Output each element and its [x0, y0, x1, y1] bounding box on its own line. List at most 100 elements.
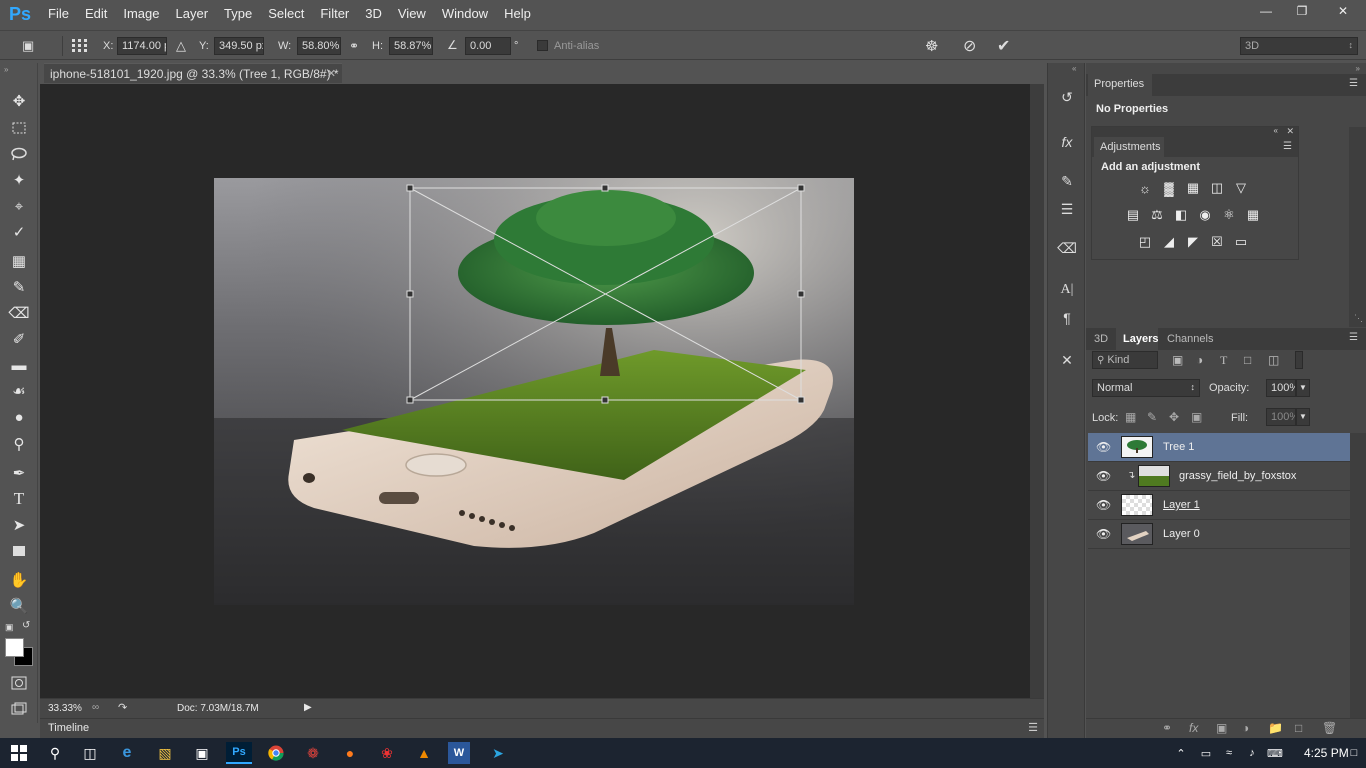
filter-kind-select[interactable]: ⚲ Kind — [1092, 351, 1158, 369]
menu-window[interactable]: Window — [434, 0, 496, 28]
menu-3d[interactable]: 3D — [357, 0, 390, 28]
document-image[interactable] — [40, 84, 1030, 698]
type-tool-icon[interactable]: T — [9, 489, 29, 509]
document-tab[interactable]: iphone-518101_1920.jpg @ 33.3% (Tree 1, … — [44, 63, 342, 83]
collapse-dock-icon[interactable]: » — [1356, 64, 1360, 73]
notifications-icon[interactable]: □ — [1346, 742, 1362, 764]
curves-icon[interactable]: ▦ — [1185, 180, 1201, 195]
quick-mask-icon[interactable] — [9, 673, 29, 693]
timeline-menu-icon[interactable]: ☰ — [1028, 719, 1038, 737]
default-colors-icon[interactable]: ▣ — [5, 622, 14, 633]
collapse-icon[interactable]: » — [4, 65, 8, 74]
battery-icon[interactable]: ▭ — [1197, 742, 1215, 764]
workspace-select[interactable]: 3D ↕ — [1240, 37, 1358, 55]
exposure-icon[interactable]: ◫ — [1209, 180, 1225, 195]
menu-view[interactable]: View — [390, 0, 434, 28]
photo-filter-icon[interactable]: ◉ — [1197, 207, 1213, 222]
menu-file[interactable]: File — [40, 0, 77, 28]
gradient-map-icon[interactable]: ▭ — [1233, 234, 1249, 249]
vertical-scrollbar[interactable] — [1030, 84, 1044, 698]
brush-presets-icon[interactable]: ✎ — [1057, 171, 1077, 191]
filter-shape-icon[interactable]: □ — [1244, 353, 1251, 367]
history-brush-tool-icon[interactable]: ✐ — [9, 329, 29, 349]
zoom-tool-icon[interactable]: 🔍 — [9, 596, 29, 616]
warp-icon[interactable]: ☸ — [925, 37, 938, 55]
lock-image-icon[interactable]: ✎ — [1147, 410, 1157, 424]
hue-saturation-icon[interactable]: ▤ — [1125, 207, 1141, 222]
link-icon[interactable]: ⚭ — [349, 39, 359, 53]
tab-layers[interactable]: Layers — [1123, 333, 1158, 345]
pen-tool-icon[interactable]: ✒ — [9, 463, 29, 483]
layer-row[interactable]: 👁 Tree 1 — [1088, 433, 1350, 462]
swap-colors-icon[interactable]: ↺ — [22, 620, 30, 631]
lock-all-icon[interactable]: ▣ — [1191, 410, 1202, 424]
opacity-arrow-icon[interactable]: ▼ — [1296, 379, 1310, 397]
link-layers-icon[interactable]: ⚭ — [1162, 721, 1172, 735]
blur-tool-icon[interactable]: ● — [9, 407, 29, 427]
zoom-level[interactable]: 33.33% — [48, 703, 82, 714]
collapse-adjustments-icon[interactable]: « — [1274, 126, 1278, 135]
invert-icon[interactable]: ◰ — [1137, 234, 1153, 249]
close-document-icon[interactable]: ✕ — [327, 64, 336, 84]
new-adjustment-icon[interactable]: ◑ — [1242, 721, 1249, 735]
vibrance-icon[interactable]: ▽ — [1233, 180, 1249, 195]
minimize-icon[interactable]: — — [1248, 0, 1284, 22]
selective-color-icon[interactable]: ☒ — [1209, 234, 1225, 249]
styles-fx-icon[interactable]: fx — [1057, 132, 1077, 152]
character-icon[interactable]: A| — [1057, 280, 1077, 300]
width-field[interactable]: 58.80% — [297, 37, 341, 55]
windows-start-icon[interactable] — [7, 742, 31, 764]
fill-arrow-icon[interactable]: ▼ — [1296, 408, 1310, 426]
brush-settings-icon[interactable]: ☰ — [1057, 199, 1077, 219]
healing-brush-tool-icon[interactable]: ▦ — [9, 251, 29, 271]
path-selection-tool-icon[interactable]: ➤ — [9, 515, 29, 535]
dodge-tool-icon[interactable]: ⚲ — [9, 434, 29, 454]
black-white-icon[interactable]: ◧ — [1173, 207, 1189, 222]
paint-bucket-tool-icon[interactable]: ☙ — [9, 381, 29, 401]
filter-pixel-icon[interactable]: ▣ — [1172, 353, 1183, 367]
history-icon[interactable]: ↺ — [1057, 87, 1077, 107]
channel-mixer-icon[interactable]: ⚛ — [1221, 207, 1237, 222]
levels-icon[interactable]: ▓ — [1161, 181, 1177, 196]
export-icon[interactable]: ↷ — [118, 701, 127, 714]
keyboard-icon[interactable]: ⌨ — [1266, 742, 1284, 764]
store-icon[interactable]: ▣ — [190, 742, 214, 764]
layer-name[interactable]: grassy_field_by_foxstox — [1179, 470, 1296, 482]
layers-scrollbar[interactable] — [1350, 433, 1366, 718]
menu-layer[interactable]: Layer — [168, 0, 217, 28]
lasso-tool-icon[interactable] — [9, 144, 29, 164]
clone-source-icon[interactable]: ⌫ — [1057, 238, 1077, 258]
tool-presets-icon[interactable]: ✕ — [1057, 350, 1077, 370]
commit-transform-icon[interactable]: ✔ — [997, 36, 1010, 56]
close-adjustments-icon[interactable]: ✕ — [1286, 126, 1294, 137]
clone-stamp-tool-icon[interactable]: ⌫ — [8, 303, 29, 323]
visibility-eye-icon[interactable]: 👁 — [1096, 527, 1111, 541]
marquee-tool-icon[interactable] — [9, 118, 29, 138]
layer-row[interactable]: 👁 Layer 1 — [1088, 491, 1350, 520]
new-layer-icon[interactable]: □ — [1295, 721, 1302, 735]
move-tool-preset-icon[interactable]: ▣ — [22, 38, 42, 54]
status-menu-arrow-icon[interactable]: ▶ — [304, 702, 312, 713]
add-mask-icon[interactable]: ▣ — [1216, 721, 1227, 735]
paragraph-icon[interactable]: ¶ — [1057, 308, 1077, 328]
posterize-icon[interactable]: ◢ — [1161, 234, 1177, 249]
screen-mode-icon[interactable] — [9, 699, 29, 719]
delete-layer-icon[interactable]: 🗑 — [1322, 721, 1337, 735]
layer-name[interactable]: Tree 1 — [1163, 441, 1194, 453]
app-red-icon[interactable]: ❁ — [301, 742, 325, 764]
file-explorer-icon[interactable]: ▧ — [153, 742, 177, 764]
layer-row[interactable]: 👁 Layer 0 — [1088, 520, 1350, 549]
x-position-field[interactable]: 1174.00 px — [117, 37, 167, 55]
brightness-contrast-icon[interactable]: ☼ — [1137, 181, 1153, 196]
rotate-angle-field[interactable]: 0.00 — [465, 37, 511, 55]
menu-filter[interactable]: Filter — [312, 0, 357, 28]
height-field[interactable]: 58.87% — [389, 37, 433, 55]
edge-icon[interactable]: e — [115, 742, 139, 764]
reference-point-icon[interactable] — [70, 37, 90, 55]
adjustments-menu-icon[interactable]: ☰ — [1283, 141, 1292, 152]
visibility-eye-icon[interactable]: 👁 — [1096, 498, 1111, 512]
firefox-icon[interactable]: ● — [338, 742, 362, 764]
filter-type-icon[interactable]: T — [1220, 353, 1227, 368]
crop-tool-icon[interactable]: ⌖ — [9, 196, 29, 216]
opacity-field[interactable]: 100% — [1266, 379, 1296, 397]
